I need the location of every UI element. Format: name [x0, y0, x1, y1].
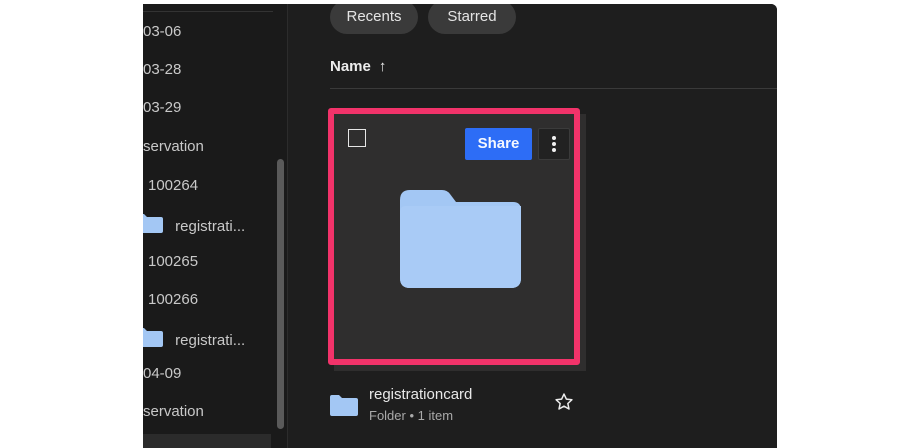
main-panel: Recents Starred Name ↑ Share registration…: [288, 4, 777, 448]
sidebar-item-label: servation: [143, 138, 204, 155]
sidebar-item[interactable]: 03-06: [143, 20, 181, 44]
app-window: 03-06 03-28 03-29 servation 100264 regis…: [143, 4, 777, 448]
sidebar-scrollbar-thumb[interactable]: [277, 159, 284, 429]
folder-icon: [330, 394, 358, 421]
sidebar-item-label: 03-06: [143, 23, 182, 40]
folder-icon: [143, 327, 163, 355]
arrow-up-icon: ↑: [378, 58, 387, 75]
sidebar: 03-06 03-28 03-29 servation 100264 regis…: [143, 4, 288, 448]
sidebar-item-label: 100264: [148, 177, 199, 194]
folder-icon: [143, 213, 163, 241]
sidebar-item[interactable]: 03-28: [143, 58, 181, 82]
sidebar-item-label: 03-28: [143, 61, 182, 78]
sidebar-item[interactable]: 100265: [148, 250, 198, 274]
sidebar-item-folder[interactable]: registrati...: [143, 327, 245, 351]
sidebar-item-label: registrati...: [175, 217, 246, 235]
name-column-label: Name: [330, 58, 371, 75]
sidebar-item-label: 100265: [148, 253, 199, 270]
header-divider: [330, 88, 777, 89]
more-vertical-icon[interactable]: [538, 128, 570, 160]
sidebar-item-folder[interactable]: registrati...: [143, 213, 245, 237]
sidebar-item[interactable]: 04-09: [143, 362, 181, 386]
file-meta: Folder • 1 item: [369, 408, 454, 423]
sidebar-item[interactable]: 100266: [148, 288, 198, 312]
folder-icon: [400, 190, 521, 293]
recents-filter-button[interactable]: Recents: [330, 4, 418, 34]
share-button[interactable]: Share: [465, 128, 532, 160]
sidebar-item-selected[interactable]: [143, 434, 271, 448]
sidebar-divider: [143, 11, 273, 12]
select-checkbox[interactable]: [348, 129, 366, 147]
sidebar-item-label: servation: [143, 403, 204, 420]
sidebar-item-label: 100266: [148, 291, 199, 308]
file-name[interactable]: registrationcard: [369, 386, 472, 403]
starred-filter-button[interactable]: Starred: [428, 4, 516, 34]
sidebar-item-label: 04-09: [143, 365, 182, 382]
sidebar-item-label: registrati...: [175, 331, 246, 349]
sidebar-item[interactable]: 100264: [148, 174, 198, 198]
sidebar-item[interactable]: 03-29: [143, 96, 181, 120]
name-column-header[interactable]: Name ↑: [330, 58, 386, 75]
sidebar-item[interactable]: servation: [143, 135, 204, 159]
sidebar-item-label: 03-29: [143, 99, 182, 116]
star-outline-icon[interactable]: [554, 392, 574, 417]
sidebar-item[interactable]: servation: [143, 400, 204, 424]
